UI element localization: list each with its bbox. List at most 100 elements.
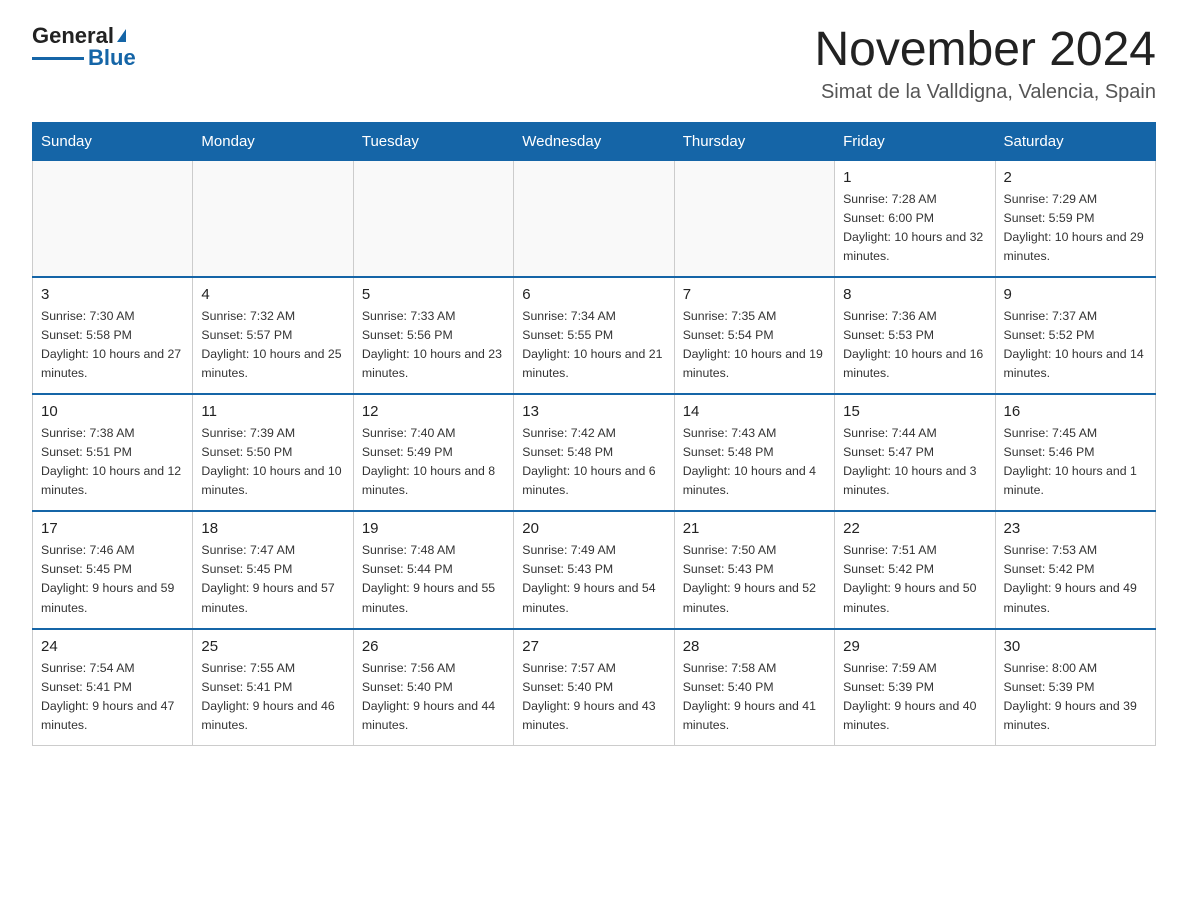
day-number: 11	[201, 403, 344, 420]
calendar-day-cell: 9 Sunrise: 7:37 AMSunset: 5:52 PMDaylight…	[995, 277, 1155, 394]
day-info: Sunrise: 7:36 AMSunset: 5:53 PMDaylight:…	[843, 307, 986, 383]
calendar-day-cell: 11 Sunrise: 7:39 AMSunset: 5:50 PMDayligh…	[193, 394, 353, 511]
day-info: Sunrise: 7:57 AMSunset: 5:40 PMDaylight:…	[522, 659, 665, 735]
location-subtitle: Simat de la Valldigna, Valencia, Spain	[814, 81, 1156, 104]
calendar-table: SundayMondayTuesdayWednesdayThursdayFrid…	[32, 122, 1156, 746]
day-info: Sunrise: 7:35 AMSunset: 5:54 PMDaylight:…	[683, 307, 826, 383]
day-info: Sunrise: 7:42 AMSunset: 5:48 PMDaylight:…	[522, 424, 665, 500]
day-info: Sunrise: 7:56 AMSunset: 5:40 PMDaylight:…	[362, 659, 505, 735]
calendar-day-cell: 30 Sunrise: 8:00 AMSunset: 5:39 PMDayligh…	[995, 629, 1155, 746]
day-info: Sunrise: 7:44 AMSunset: 5:47 PMDaylight:…	[843, 424, 986, 500]
day-info: Sunrise: 7:50 AMSunset: 5:43 PMDaylight:…	[683, 541, 826, 617]
day-info: Sunrise: 7:48 AMSunset: 5:44 PMDaylight:…	[362, 541, 505, 617]
weekday-header-monday: Monday	[193, 122, 353, 160]
day-info: Sunrise: 7:59 AMSunset: 5:39 PMDaylight:…	[843, 659, 986, 735]
day-info: Sunrise: 7:28 AMSunset: 6:00 PMDaylight:…	[843, 190, 986, 266]
calendar-week-row: 3 Sunrise: 7:30 AMSunset: 5:58 PMDaylight…	[33, 277, 1156, 394]
day-info: Sunrise: 7:37 AMSunset: 5:52 PMDaylight:…	[1004, 307, 1147, 383]
day-number: 19	[362, 520, 505, 537]
calendar-day-cell: 12 Sunrise: 7:40 AMSunset: 5:49 PMDayligh…	[353, 394, 513, 511]
title-block: November 2024 Simat de la Valldigna, Val…	[814, 24, 1156, 104]
day-number: 13	[522, 403, 665, 420]
calendar-day-cell: 21 Sunrise: 7:50 AMSunset: 5:43 PMDayligh…	[674, 511, 834, 628]
day-info: Sunrise: 7:53 AMSunset: 5:42 PMDaylight:…	[1004, 541, 1147, 617]
day-info: Sunrise: 7:38 AMSunset: 5:51 PMDaylight:…	[41, 424, 184, 500]
day-info: Sunrise: 7:43 AMSunset: 5:48 PMDaylight:…	[683, 424, 826, 500]
day-number: 5	[362, 286, 505, 303]
calendar-day-cell: 2 Sunrise: 7:29 AMSunset: 5:59 PMDaylight…	[995, 160, 1155, 277]
day-number: 7	[683, 286, 826, 303]
day-info: Sunrise: 7:40 AMSunset: 5:49 PMDaylight:…	[362, 424, 505, 500]
weekday-header-tuesday: Tuesday	[353, 122, 513, 160]
calendar-day-cell: 4Sunrise: 7:32 AMSunset: 5:57 PMDaylight…	[193, 277, 353, 394]
calendar-day-cell: 29 Sunrise: 7:59 AMSunset: 5:39 PMDayligh…	[835, 629, 995, 746]
day-number: 21	[683, 520, 826, 537]
day-number: 24	[41, 638, 184, 655]
logo-line	[32, 57, 84, 60]
day-info: Sunrise: 7:58 AMSunset: 5:40 PMDaylight:…	[683, 659, 826, 735]
day-number: 6	[522, 286, 665, 303]
day-info: Sunrise: 7:49 AMSunset: 5:43 PMDaylight:…	[522, 541, 665, 617]
calendar-day-cell: 14 Sunrise: 7:43 AMSunset: 5:48 PMDayligh…	[674, 394, 834, 511]
calendar-day-cell: 27Sunrise: 7:57 AMSunset: 5:40 PMDayligh…	[514, 629, 674, 746]
day-info: Sunrise: 7:47 AMSunset: 5:45 PMDaylight:…	[201, 541, 344, 617]
calendar-day-cell	[33, 160, 193, 277]
day-number: 22	[843, 520, 986, 537]
calendar-day-cell: 8 Sunrise: 7:36 AMSunset: 5:53 PMDaylight…	[835, 277, 995, 394]
day-info: Sunrise: 7:30 AMSunset: 5:58 PMDaylight:…	[41, 307, 184, 383]
day-number: 1	[843, 169, 986, 186]
calendar-day-cell: 26Sunrise: 7:56 AMSunset: 5:40 PMDayligh…	[353, 629, 513, 746]
calendar-week-row: 24Sunrise: 7:54 AMSunset: 5:41 PMDayligh…	[33, 629, 1156, 746]
day-number: 25	[201, 638, 344, 655]
weekday-header-thursday: Thursday	[674, 122, 834, 160]
calendar-day-cell: 17Sunrise: 7:46 AMSunset: 5:45 PMDayligh…	[33, 511, 193, 628]
calendar-day-cell	[193, 160, 353, 277]
calendar-week-row: 17Sunrise: 7:46 AMSunset: 5:45 PMDayligh…	[33, 511, 1156, 628]
calendar-day-cell: 15Sunrise: 7:44 AMSunset: 5:47 PMDayligh…	[835, 394, 995, 511]
day-number: 29	[843, 638, 986, 655]
day-number: 3	[41, 286, 184, 303]
day-number: 14	[683, 403, 826, 420]
calendar-day-cell: 18Sunrise: 7:47 AMSunset: 5:45 PMDayligh…	[193, 511, 353, 628]
calendar-day-cell: 24Sunrise: 7:54 AMSunset: 5:41 PMDayligh…	[33, 629, 193, 746]
day-number: 28	[683, 638, 826, 655]
day-number: 17	[41, 520, 184, 537]
day-number: 8	[843, 286, 986, 303]
calendar-header-row: SundayMondayTuesdayWednesdayThursdayFrid…	[33, 122, 1156, 160]
day-info: Sunrise: 7:45 AMSunset: 5:46 PMDaylight:…	[1004, 424, 1147, 500]
day-info: Sunrise: 8:00 AMSunset: 5:39 PMDaylight:…	[1004, 659, 1147, 735]
day-info: Sunrise: 7:34 AMSunset: 5:55 PMDaylight:…	[522, 307, 665, 383]
calendar-day-cell: 22 Sunrise: 7:51 AMSunset: 5:42 PMDayligh…	[835, 511, 995, 628]
day-number: 30	[1004, 638, 1147, 655]
day-info: Sunrise: 7:29 AMSunset: 5:59 PMDaylight:…	[1004, 190, 1147, 266]
day-number: 23	[1004, 520, 1147, 537]
calendar-day-cell: 25 Sunrise: 7:55 AMSunset: 5:41 PMDayligh…	[193, 629, 353, 746]
calendar-day-cell: 1 Sunrise: 7:28 AMSunset: 6:00 PMDaylight…	[835, 160, 995, 277]
calendar-day-cell: 28 Sunrise: 7:58 AMSunset: 5:40 PMDayligh…	[674, 629, 834, 746]
weekday-header-wednesday: Wednesday	[514, 122, 674, 160]
day-number: 9	[1004, 286, 1147, 303]
day-info: Sunrise: 7:33 AMSunset: 5:56 PMDaylight:…	[362, 307, 505, 383]
page-header: General Blue November 2024 Simat de la V…	[32, 24, 1156, 104]
calendar-day-cell: 6 Sunrise: 7:34 AMSunset: 5:55 PMDaylight…	[514, 277, 674, 394]
logo-text-accent: Blue	[88, 46, 136, 70]
day-number: 12	[362, 403, 505, 420]
month-title: November 2024	[814, 24, 1156, 77]
calendar-day-cell: 23 Sunrise: 7:53 AMSunset: 5:42 PMDayligh…	[995, 511, 1155, 628]
day-info: Sunrise: 7:51 AMSunset: 5:42 PMDaylight:…	[843, 541, 986, 617]
weekday-header-friday: Friday	[835, 122, 995, 160]
calendar-day-cell: 16 Sunrise: 7:45 AMSunset: 5:46 PMDayligh…	[995, 394, 1155, 511]
day-number: 2	[1004, 169, 1147, 186]
day-info: Sunrise: 7:39 AMSunset: 5:50 PMDaylight:…	[201, 424, 344, 500]
day-number: 16	[1004, 403, 1147, 420]
calendar-day-cell: 5 Sunrise: 7:33 AMSunset: 5:56 PMDaylight…	[353, 277, 513, 394]
calendar-day-cell: 19 Sunrise: 7:48 AMSunset: 5:44 PMDayligh…	[353, 511, 513, 628]
weekday-header-sunday: Sunday	[33, 122, 193, 160]
day-info: Sunrise: 7:55 AMSunset: 5:41 PMDaylight:…	[201, 659, 344, 735]
calendar-day-cell: 3 Sunrise: 7:30 AMSunset: 5:58 PMDaylight…	[33, 277, 193, 394]
calendar-day-cell	[674, 160, 834, 277]
calendar-day-cell	[353, 160, 513, 277]
logo: General Blue	[32, 24, 136, 70]
day-number: 20	[522, 520, 665, 537]
weekday-header-saturday: Saturday	[995, 122, 1155, 160]
